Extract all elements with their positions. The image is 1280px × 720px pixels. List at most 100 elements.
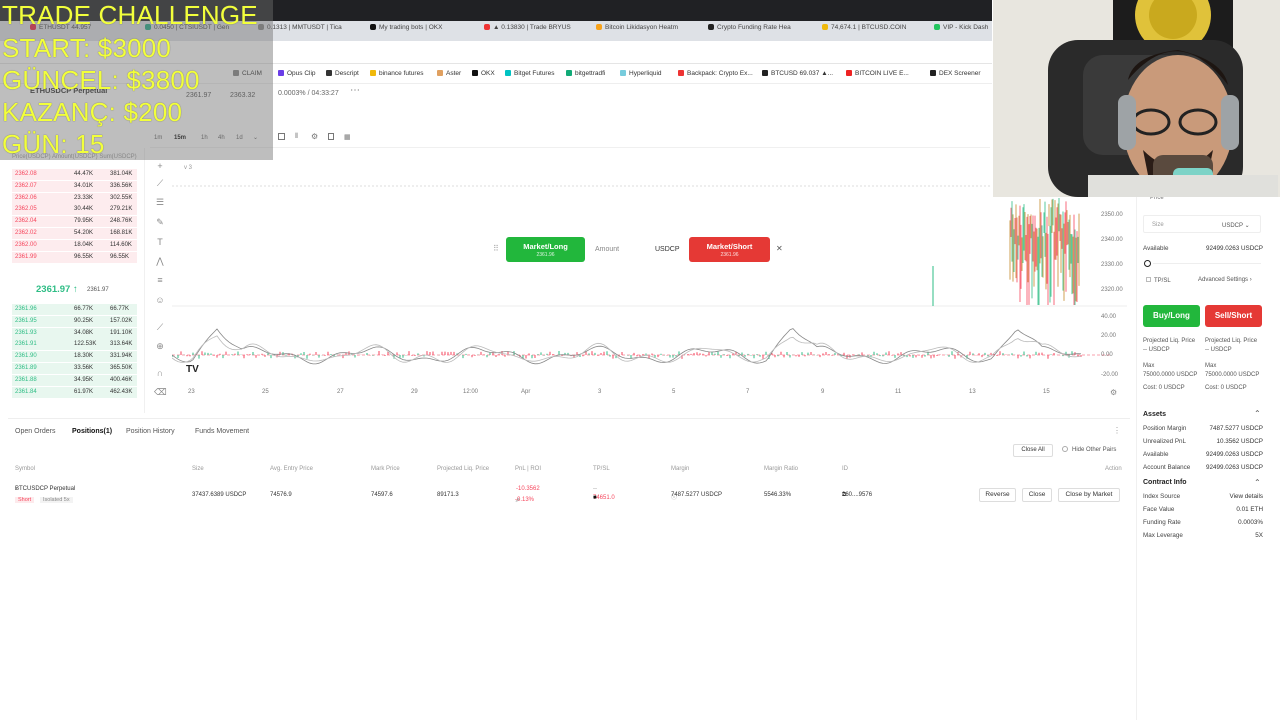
tab-positions[interactable]: Positions(1)	[72, 428, 112, 435]
trend-line-icon[interactable]: ⟋	[154, 177, 166, 189]
bookmark[interactable]: binance futures	[370, 70, 423, 77]
bookmark[interactable]: BITCOIN LIVE E...	[846, 70, 909, 77]
info-icon[interactable]: ⓘ	[671, 492, 677, 501]
bookmark[interactable]: Bitget Futures	[505, 70, 554, 77]
indicator-icon[interactable]: ⫴	[295, 133, 298, 141]
size-slider-handle[interactable]	[1144, 260, 1151, 267]
fib-icon[interactable]: ≡	[154, 274, 166, 286]
copy-icon[interactable]: ⧉	[842, 492, 846, 499]
osc-axis-label: 40.00	[1101, 314, 1117, 320]
browser-tab[interactable]: VIP - Kick Dash	[934, 24, 992, 39]
orderbook-row[interactable]: 2361.99 96.55K 96.55K	[12, 251, 137, 263]
brush-icon[interactable]: ✎	[154, 216, 166, 228]
orderbook-row[interactable]: 2361.88 34.95K 400.46K	[12, 374, 137, 386]
checkbox[interactable]	[1062, 446, 1068, 452]
x-axis-label: 3	[598, 389, 602, 395]
chevron-up-icon[interactable]: ⌃	[1254, 409, 1261, 418]
buy-long-button[interactable]: Buy/Long	[1143, 305, 1200, 327]
more-options-icon[interactable]: ⋯	[350, 85, 360, 96]
browser-tab[interactable]: ▲ 0.13830 | Trade BRYUS	[484, 24, 584, 39]
text-icon[interactable]: T	[154, 236, 166, 248]
close-icon[interactable]: ✕	[776, 244, 783, 253]
orderbook-row[interactable]: 2361.93 34.08K 191.10K	[12, 327, 137, 339]
tab-position-history[interactable]: Position History	[126, 428, 175, 435]
market-long-button[interactable]: Market/Long 2361.96	[506, 237, 585, 262]
orderbook-row[interactable]: 2361.90 18.30K 331.94K	[12, 351, 137, 363]
market-short-button[interactable]: Market/Short 2361.96	[689, 237, 770, 262]
bookmark[interactable]: Opus Clip	[278, 70, 316, 77]
bookmark[interactable]: Hyperliquid	[620, 70, 662, 77]
cursor-icon[interactable]: +	[154, 160, 166, 172]
tab-funds-movement[interactable]: Funds Movement	[195, 428, 249, 435]
close-by-market-button[interactable]: Close by Market	[1058, 488, 1120, 502]
orderbook-row[interactable]: 2361.84 61.97K 462.43K	[12, 386, 137, 398]
settings-icon[interactable]: ⋮	[1113, 426, 1121, 435]
orderbook-amount: 18.30K	[74, 353, 94, 360]
size-unit-select[interactable]: USDCP ⌄	[1222, 222, 1250, 229]
orderbook-row[interactable]: 2362.00 18.04K 114.60K	[12, 239, 137, 251]
challenge-overlay: TRADE CHALLENGE START: $3000 GÜNCEL: $38…	[0, 0, 273, 160]
orderbook-row[interactable]: 2361.89 33.56K 365.50K	[12, 363, 137, 374]
price-chart[interactable]	[172, 150, 1132, 408]
assets-title[interactable]: Assets	[1143, 411, 1166, 418]
layout-icon[interactable]: ▦	[344, 133, 351, 141]
browser-tab[interactable]: My trading bots | OKX	[370, 24, 475, 39]
close-position-button[interactable]: Close	[1022, 488, 1052, 502]
contract_info-value[interactable]: View details	[1230, 493, 1264, 500]
reverse-button[interactable]: Reverse	[979, 488, 1016, 502]
advanced-settings-link[interactable]: Advanced Settings ›	[1198, 277, 1252, 283]
pattern-icon[interactable]: ⋀	[154, 255, 166, 267]
chart-settings-gear-icon[interactable]: ⚙	[1110, 388, 1117, 397]
orderbook-row[interactable]: 2361.91 122.53K 313.64K	[12, 339, 137, 351]
zoom-icon[interactable]: ⊕	[154, 340, 166, 352]
col-pnl: PnL | ROI	[515, 466, 542, 472]
bookmark[interactable]: Descript	[326, 70, 359, 77]
sell-short-button[interactable]: Sell/Short	[1205, 305, 1262, 327]
orderbook-sum: 279.21K	[110, 206, 133, 213]
orderbook-row[interactable]: 2362.05 30.44K 279.21K	[12, 204, 137, 216]
eraser-icon[interactable]: ⌫	[154, 386, 167, 398]
horizontal-lines-icon[interactable]: ☰	[154, 196, 166, 208]
orderbook-row[interactable]: 2362.04 79.95K 248.76K	[12, 216, 137, 228]
orderbook-row[interactable]: 2361.95 90.25K 157.02K	[12, 315, 137, 327]
chevron-up-icon[interactable]: ⌃	[1254, 478, 1261, 487]
orderbook-row[interactable]: 2362.02 54.20K 168.81K	[12, 228, 137, 239]
checkbox[interactable]	[1146, 277, 1151, 282]
orderbook-row[interactable]: 2362.06 23.33K 302.55K	[12, 192, 137, 204]
orderbook-row[interactable]: 2362.08 44.47K 381.04K	[12, 169, 137, 180]
share-icon[interactable]: ⇗	[515, 497, 520, 504]
bookmark[interactable]: bitgettradfi	[566, 70, 605, 77]
browser-tab[interactable]: Crypto Funding Rate Hea	[708, 24, 808, 39]
orderbook-amount: 23.33K	[74, 194, 94, 201]
size-slider-track[interactable]	[1153, 263, 1261, 264]
close-all-button[interactable]: Close All	[1013, 444, 1053, 457]
chart-area[interactable]: v 3 TV	[172, 150, 1132, 408]
tpsl-toggle[interactable]: TP/SL	[1146, 277, 1171, 284]
indicator-tag[interactable]: v 3	[184, 165, 192, 171]
orderbook-row[interactable]: 2361.96 66.77K 66.77K	[12, 304, 137, 315]
chevron-right-icon: ›	[1249, 277, 1252, 283]
browser-tab[interactable]: Bitcoin Likidasyon Heatm	[596, 24, 696, 39]
save-icon[interactable]	[328, 133, 334, 140]
contract-info-title[interactable]: Contract Info	[1143, 479, 1187, 486]
drag-handle-icon[interactable]: ⠿	[493, 244, 499, 253]
size-input[interactable]: Size USDCP ⌄	[1143, 215, 1261, 233]
bookmark[interactable]: Aster	[437, 70, 461, 77]
bookmark-icon	[620, 70, 626, 76]
browser-tab[interactable]: 0.1313 | MMTUSDT | Tica	[258, 24, 358, 39]
settings-gear-icon[interactable]: ⚙	[311, 132, 318, 141]
orderbook-row[interactable]: 2362.07 34.01K 336.56K	[12, 180, 137, 192]
magnet-icon[interactable]: ∩	[154, 367, 166, 379]
emoji-icon[interactable]: ☺	[154, 294, 166, 306]
bookmark[interactable]: OKX	[472, 70, 495, 77]
ruler-icon[interactable]: ⟋	[154, 321, 166, 333]
bookmark[interactable]: BTCUSD 69.037 ▲...	[762, 70, 833, 77]
hide-other-pairs[interactable]: Hide Other Pairs	[1062, 446, 1116, 453]
amount-input[interactable]: Amount	[595, 246, 619, 253]
tab-open-orders[interactable]: Open Orders	[15, 428, 55, 435]
bookmark[interactable]: Backpack: Crypto Ex...	[678, 70, 753, 77]
bookmark[interactable]: DEX Screener	[930, 70, 981, 77]
candle-type-icon[interactable]	[278, 133, 285, 140]
edit-icon[interactable]: ■	[593, 495, 597, 501]
browser-tab[interactable]: 74,674.1 | BTCUSD.COIN	[822, 24, 922, 39]
